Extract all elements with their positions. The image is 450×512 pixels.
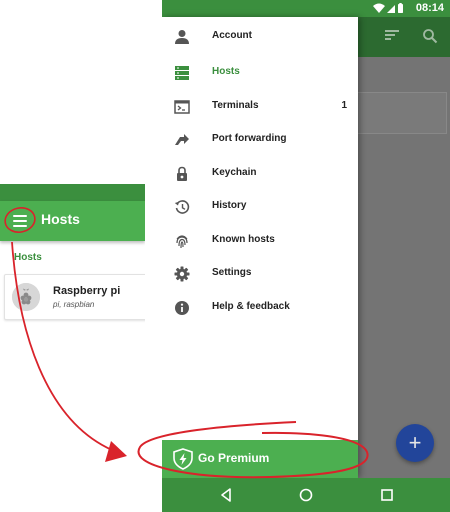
back-icon[interactable] (217, 486, 235, 504)
mini-status-bar (0, 184, 145, 201)
hamburger-menu-icon[interactable] (11, 212, 29, 230)
drawer-item-label: Keychain (212, 167, 257, 178)
go-premium-button[interactable]: Go Premium (162, 440, 358, 478)
fingerprint-icon (176, 235, 188, 249)
mini-toolbar-title: Hosts (41, 211, 80, 227)
drawer-item-label: Account (212, 30, 252, 41)
host-name: Raspberry pi (53, 285, 121, 297)
sort-icon[interactable] (384, 28, 400, 42)
drawer-item-label: Settings (212, 267, 252, 278)
raspberry-pi-icon (12, 283, 40, 311)
drawer-item-help-feedback[interactable]: Help & feedback (162, 292, 358, 325)
recents-icon[interactable] (378, 486, 396, 504)
keychain-icon (177, 166, 187, 181)
drawer-item-history[interactable]: History (162, 191, 358, 224)
help-icon (175, 301, 189, 315)
pointer-arrow-head (105, 441, 127, 462)
cellular-icon (387, 5, 395, 13)
drawer-item-label: Help & feedback (212, 301, 290, 312)
add-host-button[interactable]: + (396, 424, 434, 462)
status-time: 08:14 (415, 2, 444, 14)
home-icon[interactable] (297, 486, 315, 504)
drawer-item-label: Hosts (212, 66, 240, 77)
status-bar: 08:14 (162, 0, 450, 17)
status-icons (373, 3, 403, 13)
premium-shield-icon (173, 448, 193, 470)
drawer-item-label: History (212, 200, 247, 211)
host-card[interactable]: Raspberry pi pi, raspbian (4, 274, 145, 320)
account-icon (175, 30, 189, 44)
system-nav-bar (162, 478, 450, 512)
mini-toolbar: Hosts (0, 201, 145, 241)
drawer-item-account[interactable]: Account (162, 21, 358, 54)
hosts-screen-excerpt: Hosts Hosts Raspberry pi pi, raspbian (0, 184, 145, 324)
phone-screen: 08:14 + Account Hosts Terminals 1 Port f… (162, 0, 450, 512)
terminal-icon (174, 100, 190, 114)
drawer-item-label: Known hosts (212, 234, 275, 245)
drawer-item-label: Port forwarding (212, 133, 287, 144)
drawer-item-keychain[interactable]: Keychain (162, 158, 358, 191)
navigation-drawer: Account Hosts Terminals 1 Port forwardin… (162, 17, 358, 478)
drawer-item-count: 1 (341, 100, 347, 111)
wifi-icon (373, 3, 385, 13)
drawer-item-hosts[interactable]: Hosts (162, 57, 358, 90)
settings-icon (174, 266, 190, 282)
search-icon[interactable] (422, 28, 438, 44)
history-icon (174, 200, 190, 214)
host-subtitle: pi, raspbian (53, 300, 95, 309)
drawer-item-terminals[interactable]: Terminals 1 (162, 91, 358, 124)
drawer-item-label: Terminals (212, 100, 259, 111)
battery-icon (398, 4, 403, 13)
drawer-item-port-forwarding[interactable]: Port forwarding (162, 124, 358, 157)
drawer-item-settings[interactable]: Settings (162, 258, 358, 291)
port-forwarding-icon (175, 134, 189, 145)
hosts-section-label: Hosts (14, 252, 42, 263)
drawer-item-known-hosts[interactable]: Known hosts (162, 225, 358, 258)
background-host-card (352, 92, 447, 134)
hosts-icon (175, 66, 189, 80)
go-premium-label: Go Premium (198, 451, 270, 465)
